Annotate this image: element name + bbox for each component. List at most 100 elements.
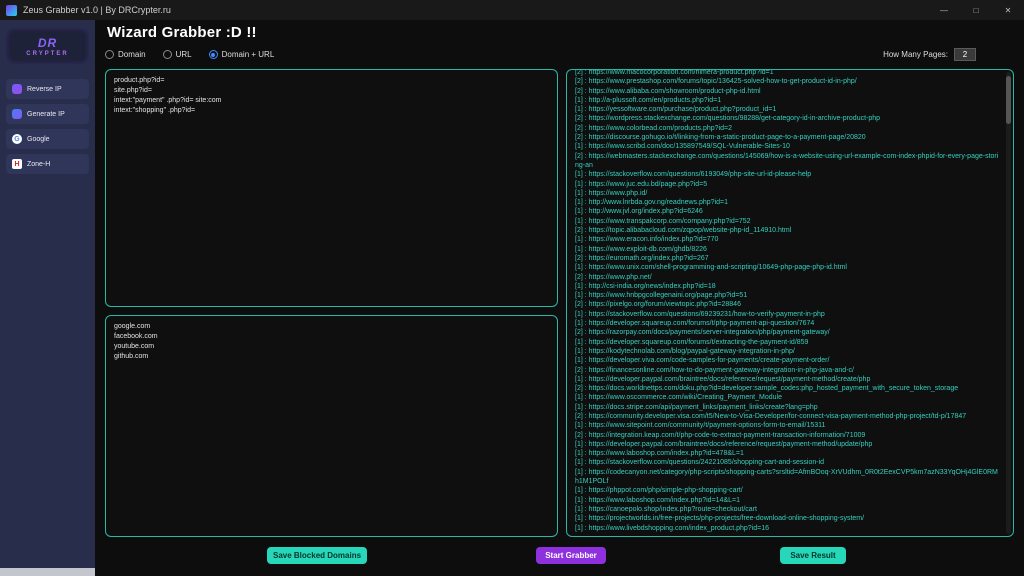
result-line: [2] : https://www.php.net/: [575, 273, 652, 281]
result-line: [2] : https://wordpress.stackexchange.co…: [575, 115, 881, 123]
radio-circle: [162, 50, 172, 59]
controls-row: Domain URL Domain + URL How Many Pages:: [105, 47, 1014, 62]
window-title: Zeus Grabber v1.0 | By DRCrypter.ru: [23, 5, 171, 15]
results-scrollbar[interactable]: [1006, 72, 1011, 534]
result-line: [1] : https://docs.stripe.com/api/paymen…: [575, 403, 818, 411]
result-line: [2] : https://pixelgo.org/forum/viewtopi…: [575, 301, 741, 309]
result-line: [1] : https://developer.viva.com/code-sa…: [575, 357, 830, 365]
google-icon: G: [12, 134, 22, 144]
result-line: [1] : https://stackoverflow.com/question…: [575, 459, 825, 467]
save-result-button[interactable]: Save Result: [780, 547, 846, 564]
result-line: [2] : https://financesonline.com/how-to-…: [575, 366, 854, 374]
radio-url[interactable]: URL: [162, 50, 192, 59]
results-list: [2] : https://www.macocorporation.com/hi…: [575, 69, 1001, 533]
result-line: [1] : https://developer.squareup.com/for…: [575, 338, 809, 346]
logo-text-crypter: CRYPTER: [26, 51, 69, 57]
main-panel: Wizard Grabber :D !! Domain URL Domain +…: [95, 20, 1024, 576]
maximize-button[interactable]: □: [960, 0, 992, 20]
sidebar-item-google[interactable]: G Google: [6, 129, 89, 149]
pages-label: How Many Pages:: [883, 50, 948, 59]
radio-circle: [105, 50, 114, 59]
result-line: [1] : https://kodytechnolab.com/blog/pay…: [575, 347, 795, 355]
result-line: [1] : https://yessoftware.com/purchase/p…: [575, 106, 777, 114]
zone-h-icon: H: [12, 159, 22, 169]
sidebar-item-reverse-ip[interactable]: Reverse IP: [6, 79, 89, 99]
app-icon: [6, 4, 17, 16]
result-line: [1] : https://www.laboshop.com/index.php…: [575, 496, 740, 504]
result-line: [1] : https://stackoverflow.com/question…: [575, 171, 812, 179]
result-line: [1] : https://canoepolo.shop/index.php?r…: [575, 505, 757, 513]
result-line: [2] : https://webmasters.stackexchange.c…: [575, 152, 999, 169]
sidebar-item-label: Zone-H: [27, 160, 51, 168]
sidebar-footer-strip: [0, 568, 95, 576]
result-line: [1] : https://stackoverflow.com/question…: [575, 310, 825, 318]
start-grabber-button[interactable]: Start Grabber: [536, 547, 606, 564]
radio-circle: [208, 50, 218, 59]
result-line: [1] : https://www.livebdshopping.com/ind…: [575, 524, 769, 532]
close-button[interactable]: ✕: [992, 0, 1024, 20]
result-line: [1] : https://www.transpakcorp.com/compa…: [575, 217, 751, 225]
titlebar: Zeus Grabber v1.0 | By DRCrypter.ru — □ …: [0, 0, 1024, 20]
sidebar-item-generate-ip[interactable]: Generate IP: [6, 104, 89, 124]
result-line: [1] : https://www.laboshop.com/index.php…: [575, 450, 744, 458]
result-line: [1] : http://csi-india.org/news/index.ph…: [575, 282, 716, 290]
result-line: [2] : https://www.alibaba.com/showroom/p…: [575, 87, 761, 95]
button-row: Save Blocked Domains Start Grabber Save …: [105, 545, 1014, 569]
result-line: [2] : https://community.developer.visa.c…: [575, 412, 967, 420]
result-line: [2] : https://docs.worldnettps.com/doku.…: [575, 385, 959, 393]
result-line: [1] : https://www.exploit-db.com/ghdb/82…: [575, 245, 707, 253]
result-line: [1] : https://codecanyon.net/category/ph…: [575, 468, 998, 486]
result-line: [1] : https://www.unix.com/shell-program…: [575, 264, 847, 272]
app-window: Zeus Grabber v1.0 | By DRCrypter.ru — □ …: [0, 0, 1024, 576]
logo-text-dr: DR: [37, 36, 58, 50]
window-controls: — □ ✕: [928, 0, 1024, 20]
page-title: Wizard Grabber :D !!: [107, 24, 257, 41]
result-line: [1] : https://phppot.com/php/simple-php-…: [575, 487, 743, 495]
app-logo: DR CRYPTER: [6, 28, 89, 64]
sidebar-item-label: Google: [27, 135, 50, 143]
left-column: product.php?id= site.php?id= intext:"pay…: [105, 69, 558, 537]
pages-input[interactable]: [954, 48, 976, 61]
result-line: [1] : http://a-plussoft.com/en/products.…: [575, 96, 722, 104]
radio-label: URL: [175, 50, 192, 59]
radio-domain-plus-url[interactable]: Domain + URL: [208, 50, 275, 59]
result-line: [1] : http://www.jvl.org/index.php?id=62…: [575, 208, 703, 216]
result-line: [1] : https://developer.paypal.com/brain…: [575, 440, 873, 448]
result-line: [1] : https://www.php.id/: [575, 189, 648, 197]
results-box: [2] : https://www.macocorporation.com/hi…: [566, 69, 1014, 537]
result-line: [2] : https://integration.keap.com/t/php…: [575, 431, 866, 439]
result-line: [2] : https://discourse.gohugo.io/t/link…: [575, 134, 866, 142]
result-line: [1] : https://www.eracon.info/index.php?…: [575, 236, 719, 244]
minimize-button[interactable]: —: [928, 0, 960, 20]
result-line: [1] : https://www.hnbpgcollegenaini.org/…: [575, 292, 748, 300]
result-line: [2] : https://razorpay.com/docs/payments…: [575, 329, 830, 337]
result-line: [2] : https://www.colorbead.com/products…: [575, 124, 733, 132]
result-line: [2] : https://www.prestashop.com/forums/…: [575, 78, 857, 86]
content-grid: product.php?id= site.php?id= intext:"pay…: [105, 69, 1014, 537]
blocked-domains-textarea[interactable]: google.com facebook.com youtube.com gith…: [105, 315, 558, 537]
result-line: [1] : https://developer.paypal.com/brain…: [575, 375, 871, 383]
result-line: [1] : https://www.juc.edu.bd/page.php?id…: [575, 180, 708, 188]
sidebar-item-label: Reverse IP: [27, 85, 62, 93]
generate-ip-icon: [12, 109, 22, 119]
sidebar-item-zone-h[interactable]: H Zone-H: [6, 154, 89, 174]
sidebar-item-label: Generate IP: [27, 110, 65, 118]
radio-label: Domain: [118, 50, 146, 59]
radio-label: Domain + URL: [221, 50, 275, 59]
result-line: [2] : https://euromath.org/index.php?id=…: [575, 254, 709, 262]
result-line: [1] : https://www.sitepoint.com/communit…: [575, 422, 826, 430]
window-body: DR CRYPTER Reverse IP Generate IP G Goog…: [0, 20, 1024, 576]
result-line: [2] : https://topic.alibabacloud.com/zqp…: [575, 227, 792, 235]
result-line: [1] : https://projectworlds.in/free-proj…: [575, 515, 865, 523]
reverse-ip-icon: [12, 84, 22, 94]
result-line: [2] : https://www.macocorporation.com/hi…: [575, 69, 774, 76]
scrollbar-thumb[interactable]: [1006, 76, 1011, 124]
sidebar: DR CRYPTER Reverse IP Generate IP G Goog…: [0, 20, 95, 576]
result-line: [1] : https://www.scribd.com/doc/1358975…: [575, 143, 790, 151]
result-line: [1] : http://www.lnrbda.gov.ng/readnews.…: [575, 199, 728, 207]
pages-group: How Many Pages:: [883, 48, 1014, 61]
radio-domain[interactable]: Domain: [105, 50, 146, 59]
save-blocked-domains-button[interactable]: Save Blocked Domains: [267, 547, 367, 564]
result-line: [1] : https://developer.squareup.com/for…: [575, 320, 815, 328]
queries-textarea[interactable]: product.php?id= site.php?id= intext:"pay…: [105, 69, 558, 307]
